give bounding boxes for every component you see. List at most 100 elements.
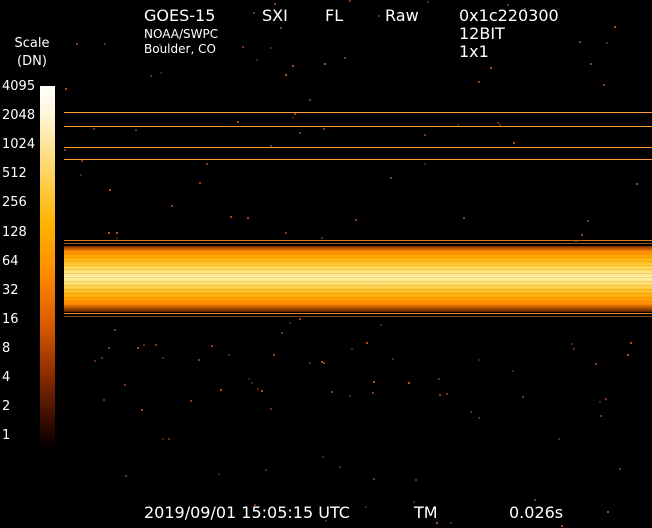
hot-pixel	[579, 41, 581, 43]
hot-pixel	[323, 128, 325, 130]
hot-pixel	[605, 398, 607, 400]
scale-tick-label: 2048	[2, 108, 36, 124]
hot-pixel	[627, 354, 629, 356]
hot-pixel	[373, 381, 375, 383]
hot-pixel	[285, 74, 287, 76]
hot-pixel	[228, 354, 230, 356]
streak-line	[64, 313, 652, 314]
hot-pixel	[198, 359, 200, 361]
scale-tick-label: 2	[2, 399, 11, 415]
hot-pixel	[575, 240, 577, 242]
hot-pixel	[155, 344, 157, 346]
hot-pixel	[116, 237, 118, 239]
hot-pixel	[104, 43, 106, 45]
hot-pixel	[365, 506, 367, 508]
hot-pixel	[135, 129, 137, 131]
hot-pixel	[470, 411, 472, 413]
hot-pixel	[150, 75, 152, 77]
hot-pixel	[65, 88, 67, 90]
location: Boulder, CO	[144, 42, 216, 56]
hot-pixel	[600, 415, 602, 417]
hot-pixel	[581, 234, 583, 236]
hot-pixel	[599, 401, 601, 403]
scale-unit: (DN)	[17, 54, 47, 69]
scale-tick-label: 16	[2, 311, 19, 327]
hot-pixel	[289, 322, 291, 324]
hot-pixel	[237, 121, 239, 123]
hot-pixel	[513, 142, 515, 144]
hot-pixel	[424, 134, 426, 136]
hot-pixel	[331, 391, 333, 393]
hot-pixel	[446, 393, 448, 395]
hot-pixel	[349, 0, 351, 2]
hot-pixel	[463, 217, 465, 219]
hot-pixel	[322, 456, 324, 458]
hot-pixel	[94, 360, 96, 362]
hot-pixel	[80, 174, 82, 176]
instrument-name: SXI	[262, 6, 288, 25]
hot-pixel	[372, 392, 374, 394]
hot-pixel	[171, 205, 173, 207]
hot-pixel	[478, 359, 480, 361]
hot-pixel	[324, 63, 326, 65]
hot-pixel	[607, 511, 609, 513]
hot-pixel	[595, 363, 597, 365]
hot-pixel	[344, 57, 346, 59]
hot-pixel	[355, 219, 357, 221]
tm-flag: TM	[414, 503, 438, 522]
hot-pixel	[108, 232, 110, 234]
hot-pixel	[220, 389, 222, 391]
hot-pixel	[162, 438, 164, 440]
hot-pixel	[427, 1, 429, 3]
hot-pixel	[457, 124, 459, 126]
hot-pixel	[415, 479, 417, 481]
scale-tick-label: 128	[2, 224, 27, 240]
streak-line	[64, 159, 652, 160]
hot-pixel	[274, 3, 276, 5]
hot-pixel	[108, 347, 110, 349]
hot-pixel	[351, 348, 353, 350]
hot-pixel	[168, 438, 170, 440]
hot-pixel	[512, 370, 514, 372]
hot-pixel	[636, 183, 638, 185]
hot-pixel	[478, 81, 480, 83]
streak-line	[64, 243, 652, 244]
hot-pixel	[571, 343, 573, 345]
image-mode: Raw	[385, 6, 419, 25]
organization: NOAA/SWPC	[144, 27, 219, 41]
hot-pixel	[125, 475, 127, 477]
hot-pixel	[349, 395, 351, 397]
hot-pixel	[64, 149, 66, 151]
scale-tick-label: 32	[2, 282, 19, 298]
hot-pixel	[270, 47, 272, 49]
hot-pixel	[280, 27, 282, 29]
exposure-time: 0.026s	[509, 503, 564, 522]
scale-tick-label: 4	[2, 370, 11, 385]
hot-pixel	[439, 394, 441, 396]
hot-pixel	[522, 396, 524, 398]
hot-pixel	[450, 522, 452, 524]
hot-pixel	[124, 384, 126, 386]
hot-pixel	[116, 232, 118, 234]
streak-line	[64, 126, 652, 127]
hot-pixel	[587, 220, 589, 222]
hot-pixel	[299, 132, 301, 134]
scale-tick-label: 1024	[2, 137, 36, 153]
hot-pixel	[281, 332, 283, 334]
sxi-image-viewer: Scale (DN) 4095 2048 1024 512 256 128 64 32 16 8 4…	[0, 0, 652, 528]
hot-pixel	[603, 84, 605, 86]
hot-pixel	[253, 12, 255, 14]
hot-pixel	[309, 99, 311, 101]
hot-pixel	[438, 378, 440, 380]
scale-tick-label: 1	[2, 428, 11, 444]
binning: 1x1	[459, 42, 489, 61]
hot-pixel	[114, 329, 116, 331]
hot-pixel	[218, 473, 220, 475]
streak-line	[64, 240, 652, 241]
scale-title: Scale	[14, 36, 50, 51]
hot-pixel	[76, 43, 78, 45]
streak-line	[64, 316, 652, 317]
scale-tick-label: 4095	[2, 79, 36, 94]
bit-depth: 12BIT	[459, 24, 505, 43]
hot-pixel	[265, 469, 267, 471]
